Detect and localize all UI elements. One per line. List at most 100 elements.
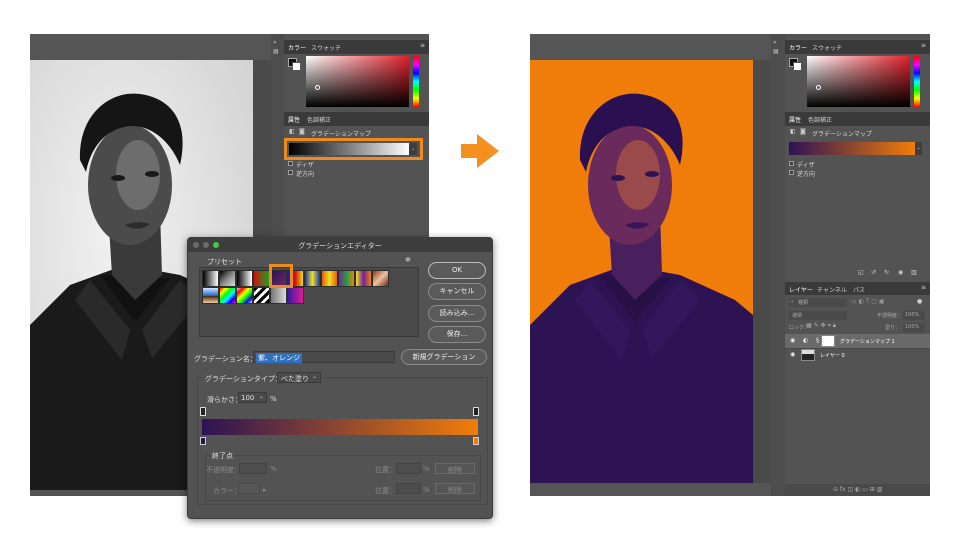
preset-orange-yellow-orange[interactable] [321, 270, 338, 287]
left-reverse-checkbox[interactable] [288, 170, 293, 175]
right-reverse-label: 逆方向 [797, 171, 816, 178]
tab-channels[interactable]: チャンネル [817, 285, 847, 294]
panel-menu-icon[interactable]: ≡ [420, 43, 425, 49]
left-tab-color[interactable]: カラー [288, 43, 306, 52]
right-mask-icon[interactable]: ◙ [800, 129, 806, 135]
layer0-visibility-icon[interactable]: ◉ [790, 352, 795, 358]
preset-violet-green-orange[interactable] [338, 270, 355, 287]
presets-gear-icon[interactable]: ✻ [405, 257, 411, 264]
smoothness-input[interactable]: 100 ⌄ [238, 392, 267, 403]
reset-icon[interactable]: ↻ [884, 270, 889, 276]
left-dither-checkbox[interactable] [288, 161, 293, 166]
right-layer-type-label: グラデーションマップ [812, 131, 872, 138]
gradient-name-input[interactable]: 紫、オレンジ [253, 351, 395, 363]
preset-copper[interactable] [372, 270, 389, 287]
right-gradient-dropdown[interactable]: ⌄ [915, 142, 922, 155]
preset-purple-pink[interactable] [287, 287, 304, 304]
layer0-name[interactable]: レイヤー 0 [820, 352, 845, 359]
filter-toggle-icon[interactable]: ● [917, 299, 922, 305]
color-location-input [396, 483, 421, 494]
right-gradient-preview[interactable] [789, 142, 915, 155]
layer0-thumbnail[interactable] [801, 349, 815, 361]
left-gradient-preview[interactable] [289, 143, 409, 155]
gradient-editor-dialog: グラデーションエディター プリセット ✻ OK キャンセル 読み込み... 保存… [187, 237, 493, 519]
right-tab-adjustments[interactable]: 色調補正 [808, 115, 832, 124]
color-delete-button: 削除 [435, 483, 475, 494]
preset-chrome[interactable] [202, 287, 219, 304]
left-tab-adjustments[interactable]: 色調補正 [307, 115, 331, 124]
gradient-type-select[interactable]: べた塗り ⌄ [277, 372, 321, 383]
preset-spectrum[interactable] [219, 287, 236, 304]
left-tab-swatches[interactable]: スウォッチ [311, 43, 341, 52]
right-tab-swatches[interactable]: スウォッチ [812, 43, 842, 52]
preset-fg-transparent[interactable] [219, 270, 236, 287]
smoothness-percent: % [270, 395, 277, 403]
save-button[interactable]: 保存... [428, 326, 486, 343]
preset-yellow-violet-orange[interactable] [355, 270, 372, 287]
layers-footer-icons[interactable]: ⊖ fx ◫ ◐ ▭ ⊞ ▥ [833, 487, 882, 493]
toggle-panels-icon[interactable]: » [273, 40, 277, 46]
fill-value[interactable]: 100% [903, 323, 925, 332]
preset-blue-yellow-blue[interactable] [304, 270, 321, 287]
ok-button[interactable]: OK [428, 262, 486, 279]
lock-options-icons[interactable]: ▦ ✎ ✥ ⌗ 🔒︎ [806, 323, 836, 329]
right-tab-color[interactable]: カラー [789, 43, 807, 52]
blend-mode-select[interactable]: 通常 [789, 311, 847, 320]
layer1-visibility-icon[interactable]: ◉ [790, 338, 795, 344]
mask-icon[interactable]: ◙ [299, 129, 305, 135]
layers-menu-icon[interactable]: ≡ [921, 285, 926, 291]
layer1-name[interactable]: グラデーションマップ 1 [840, 338, 895, 345]
opacity-stop-right[interactable] [473, 407, 479, 416]
visibility-icon[interactable]: ◉ [898, 270, 903, 276]
history-panel-icon[interactable]: ▤ [273, 49, 279, 55]
color-stop-left[interactable] [200, 437, 206, 445]
right-toggle-panels-icon[interactable]: » [773, 40, 777, 46]
gradient-preview-bar[interactable] [202, 419, 478, 435]
right-dither-label: ディザ [797, 162, 815, 169]
dialog-title: グラデーションエディター [298, 242, 382, 250]
preset-transparent-stripes[interactable] [253, 287, 270, 304]
preset-fg-bg[interactable] [202, 270, 219, 287]
color-delete-label: 削除 [448, 486, 462, 494]
right-panel-column: カラー スウォッチ ≡ 属性 色調補正 ◧ ◙ グラデーションマップ ⌄ ディザ… [785, 34, 930, 496]
right-dither-checkbox[interactable] [789, 161, 794, 166]
right-background-swatch[interactable] [793, 62, 802, 71]
color-stop-right[interactable] [473, 437, 479, 445]
left-color-field[interactable] [306, 56, 409, 107]
left-hue-slider[interactable] [413, 56, 419, 107]
layer1-mask-thumbnail[interactable] [821, 335, 835, 347]
clip-to-layer-icon[interactable]: ◱ [858, 270, 864, 276]
cancel-button[interactable]: キャンセル [428, 283, 486, 300]
right-reverse-checkbox[interactable] [789, 170, 794, 175]
new-gradient-button[interactable]: 新規グラデーション [401, 349, 487, 365]
preset-red-green[interactable] [253, 270, 270, 287]
left-tab-properties[interactable]: 属性 [288, 115, 300, 124]
trash-icon[interactable]: ▥ [911, 270, 917, 276]
opacity-percent: % [270, 465, 277, 473]
right-history-panel-icon[interactable]: ▤ [773, 49, 779, 55]
tab-paths[interactable]: パス [853, 285, 865, 294]
layer1-link-icon: § [816, 337, 819, 344]
preset-transparent-rainbow[interactable] [236, 287, 253, 304]
right-adjustment-layer-icon: ◧ [790, 128, 796, 135]
right-photo-duotone [530, 60, 753, 483]
load-button[interactable]: 読み込み... [428, 305, 486, 322]
opacity-stop-left[interactable] [200, 407, 206, 416]
right-properties-tabbar [785, 112, 930, 126]
opacity-value-layers[interactable]: 100% [903, 311, 925, 320]
layer-filter-select[interactable]: ⌕ 種類 [789, 298, 847, 307]
right-panel-menu-icon[interactable]: ≡ [921, 43, 926, 49]
preset-black-white[interactable] [236, 270, 253, 287]
preset-neutral-density[interactable] [270, 287, 287, 304]
opacity-label: 不透明度： [206, 466, 241, 474]
opacity-location-label: 位置： [375, 466, 396, 474]
left-background-swatch[interactable] [292, 62, 301, 71]
tab-layers[interactable]: レイヤー [789, 285, 813, 294]
left-gradient-dropdown[interactable]: ⌄ [409, 143, 417, 155]
right-tab-properties[interactable]: 属性 [789, 115, 801, 124]
right-hue-slider[interactable] [914, 56, 920, 107]
right-canvas-scrollbar[interactable] [753, 60, 771, 483]
filter-pixel-icon[interactable]: ▭ ◐ T ▢ ▣ [851, 299, 885, 305]
right-color-field[interactable] [807, 56, 910, 107]
view-previous-icon[interactable]: ↺ [871, 270, 876, 276]
